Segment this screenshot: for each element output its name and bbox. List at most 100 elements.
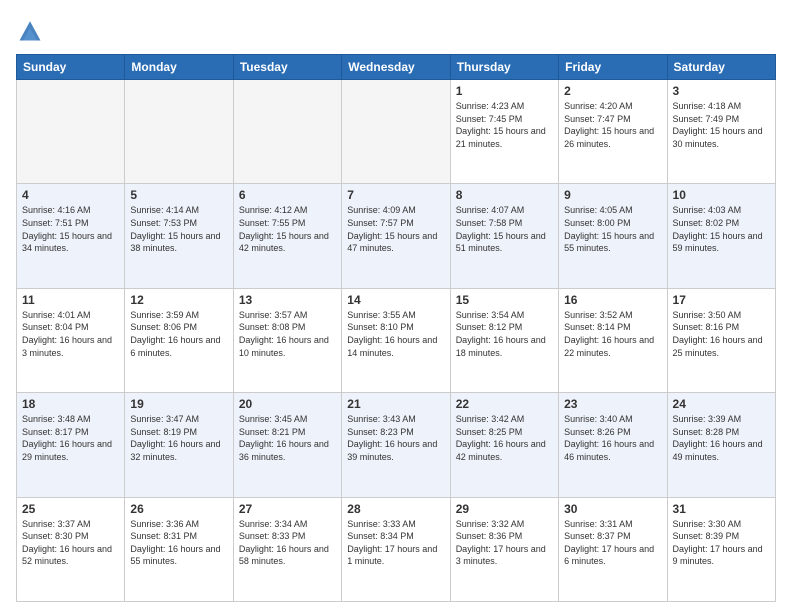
day-number: 1 [456,84,553,98]
day-info: Sunrise: 4:05 AM Sunset: 8:00 PM Dayligh… [564,204,661,254]
calendar-cell: 4Sunrise: 4:16 AM Sunset: 7:51 PM Daylig… [17,184,125,288]
day-info: Sunrise: 4:20 AM Sunset: 7:47 PM Dayligh… [564,100,661,150]
day-number: 10 [673,188,770,202]
day-number: 17 [673,293,770,307]
day-info: Sunrise: 3:37 AM Sunset: 8:30 PM Dayligh… [22,518,119,568]
day-info: Sunrise: 4:14 AM Sunset: 7:53 PM Dayligh… [130,204,227,254]
calendar-week-1: 1 Sunrise: 4:23 AM Sunset: 7:45 PM Daylig… [17,80,776,184]
logo-icon [16,16,44,44]
calendar-table: SundayMondayTuesdayWednesdayThursdayFrid… [16,54,776,602]
calendar-cell: 8Sunrise: 4:07 AM Sunset: 7:58 PM Daylig… [450,184,558,288]
day-info: Sunrise: 3:31 AM Sunset: 8:37 PM Dayligh… [564,518,661,568]
day-info: Sunrise: 3:45 AM Sunset: 8:21 PM Dayligh… [239,413,336,463]
day-info: Sunrise: 4:18 AM Sunset: 7:49 PM Dayligh… [673,100,770,150]
day-info: Sunrise: 3:30 AM Sunset: 8:39 PM Dayligh… [673,518,770,568]
calendar-cell: 21 Sunrise: 3:43 AM Sunset: 8:23 PM Dayli… [342,393,450,497]
calendar-cell: 24Sunrise: 3:39 AM Sunset: 8:28 PM Dayli… [667,393,775,497]
calendar-cell: 31 Sunrise: 3:30 AM Sunset: 8:39 PM Dayli… [667,497,775,601]
calendar-cell: 6Sunrise: 4:12 AM Sunset: 7:55 PM Daylig… [233,184,341,288]
day-info: Sunrise: 3:42 AM Sunset: 8:25 PM Dayligh… [456,413,553,463]
calendar-cell: 23 Sunrise: 3:40 AM Sunset: 8:26 PM Dayli… [559,393,667,497]
day-number: 31 [673,502,770,516]
calendar-cell: 5Sunrise: 4:14 AM Sunset: 7:53 PM Daylig… [125,184,233,288]
day-number: 4 [22,188,119,202]
day-number: 25 [22,502,119,516]
calendar-cell: 27 Sunrise: 3:34 AM Sunset: 8:33 PM Dayli… [233,497,341,601]
day-number: 26 [130,502,227,516]
day-info: Sunrise: 3:54 AM Sunset: 8:12 PM Dayligh… [456,309,553,359]
day-info: Sunrise: 3:34 AM Sunset: 8:33 PM Dayligh… [239,518,336,568]
calendar-cell: 9 Sunrise: 4:05 AM Sunset: 8:00 PM Daylig… [559,184,667,288]
day-number: 9 [564,188,661,202]
day-info: Sunrise: 3:32 AM Sunset: 8:36 PM Dayligh… [456,518,553,568]
day-number: 3 [673,84,770,98]
calendar-cell: 26 Sunrise: 3:36 AM Sunset: 8:31 PM Dayli… [125,497,233,601]
calendar-cell: 18 Sunrise: 3:48 AM Sunset: 8:17 PM Dayli… [17,393,125,497]
calendar-cell [342,80,450,184]
day-number: 13 [239,293,336,307]
day-number: 29 [456,502,553,516]
calendar-cell: 30 Sunrise: 3:31 AM Sunset: 8:37 PM Dayli… [559,497,667,601]
day-number: 16 [564,293,661,307]
day-info: Sunrise: 3:55 AM Sunset: 8:10 PM Dayligh… [347,309,444,359]
day-number: 19 [130,397,227,411]
calendar-week-4: 18 Sunrise: 3:48 AM Sunset: 8:17 PM Dayli… [17,393,776,497]
day-info: Sunrise: 3:39 AM Sunset: 8:28 PM Dayligh… [673,413,770,463]
day-info: Sunrise: 3:50 AM Sunset: 8:16 PM Dayligh… [673,309,770,359]
calendar-cell: 19 Sunrise: 3:47 AM Sunset: 8:19 PM Dayli… [125,393,233,497]
calendar-cell: 3 Sunrise: 4:18 AM Sunset: 7:49 PM Daylig… [667,80,775,184]
logo [16,16,48,44]
day-info: Sunrise: 3:33 AM Sunset: 8:34 PM Dayligh… [347,518,444,568]
day-number: 14 [347,293,444,307]
day-number: 23 [564,397,661,411]
day-number: 27 [239,502,336,516]
calendar-cell: 25 Sunrise: 3:37 AM Sunset: 8:30 PM Dayli… [17,497,125,601]
day-info: Sunrise: 3:57 AM Sunset: 8:08 PM Dayligh… [239,309,336,359]
day-info: Sunrise: 3:48 AM Sunset: 8:17 PM Dayligh… [22,413,119,463]
day-number: 6 [239,188,336,202]
day-info: Sunrise: 3:59 AM Sunset: 8:06 PM Dayligh… [130,309,227,359]
calendar-cell: 14 Sunrise: 3:55 AM Sunset: 8:10 PM Dayli… [342,288,450,392]
day-info: Sunrise: 4:03 AM Sunset: 8:02 PM Dayligh… [673,204,770,254]
day-info: Sunrise: 4:09 AM Sunset: 7:57 PM Dayligh… [347,204,444,254]
day-number: 28 [347,502,444,516]
calendar-week-3: 11 Sunrise: 4:01 AM Sunset: 8:04 PM Dayli… [17,288,776,392]
col-header-wednesday: Wednesday [342,55,450,80]
calendar-cell: 20Sunrise: 3:45 AM Sunset: 8:21 PM Dayli… [233,393,341,497]
day-number: 8 [456,188,553,202]
day-number: 11 [22,293,119,307]
col-header-monday: Monday [125,55,233,80]
day-number: 30 [564,502,661,516]
day-number: 22 [456,397,553,411]
day-info: Sunrise: 3:43 AM Sunset: 8:23 PM Dayligh… [347,413,444,463]
day-number: 21 [347,397,444,411]
day-info: Sunrise: 3:36 AM Sunset: 8:31 PM Dayligh… [130,518,227,568]
day-info: Sunrise: 3:47 AM Sunset: 8:19 PM Dayligh… [130,413,227,463]
calendar-week-5: 25 Sunrise: 3:37 AM Sunset: 8:30 PM Dayli… [17,497,776,601]
day-info: Sunrise: 4:23 AM Sunset: 7:45 PM Dayligh… [456,100,553,150]
header [16,16,776,44]
calendar-cell: 1 Sunrise: 4:23 AM Sunset: 7:45 PM Daylig… [450,80,558,184]
calendar-cell: 7 Sunrise: 4:09 AM Sunset: 7:57 PM Daylig… [342,184,450,288]
calendar-cell: 10 Sunrise: 4:03 AM Sunset: 8:02 PM Dayli… [667,184,775,288]
calendar-cell: 2Sunrise: 4:20 AM Sunset: 7:47 PM Daylig… [559,80,667,184]
calendar-cell: 15 Sunrise: 3:54 AM Sunset: 8:12 PM Dayli… [450,288,558,392]
day-info: Sunrise: 4:01 AM Sunset: 8:04 PM Dayligh… [22,309,119,359]
col-header-saturday: Saturday [667,55,775,80]
calendar-cell: 28 Sunrise: 3:33 AM Sunset: 8:34 PM Dayli… [342,497,450,601]
day-number: 12 [130,293,227,307]
day-number: 15 [456,293,553,307]
calendar-cell: 13 Sunrise: 3:57 AM Sunset: 8:08 PM Dayli… [233,288,341,392]
day-number: 7 [347,188,444,202]
day-number: 18 [22,397,119,411]
calendar-cell [125,80,233,184]
calendar-cell: 16Sunrise: 3:52 AM Sunset: 8:14 PM Dayli… [559,288,667,392]
calendar-cell: 29 Sunrise: 3:32 AM Sunset: 8:36 PM Dayli… [450,497,558,601]
col-header-sunday: Sunday [17,55,125,80]
calendar-cell [17,80,125,184]
calendar-cell: 22 Sunrise: 3:42 AM Sunset: 8:25 PM Dayli… [450,393,558,497]
day-info: Sunrise: 3:40 AM Sunset: 8:26 PM Dayligh… [564,413,661,463]
calendar-header-row: SundayMondayTuesdayWednesdayThursdayFrid… [17,55,776,80]
col-header-tuesday: Tuesday [233,55,341,80]
calendar-cell [233,80,341,184]
